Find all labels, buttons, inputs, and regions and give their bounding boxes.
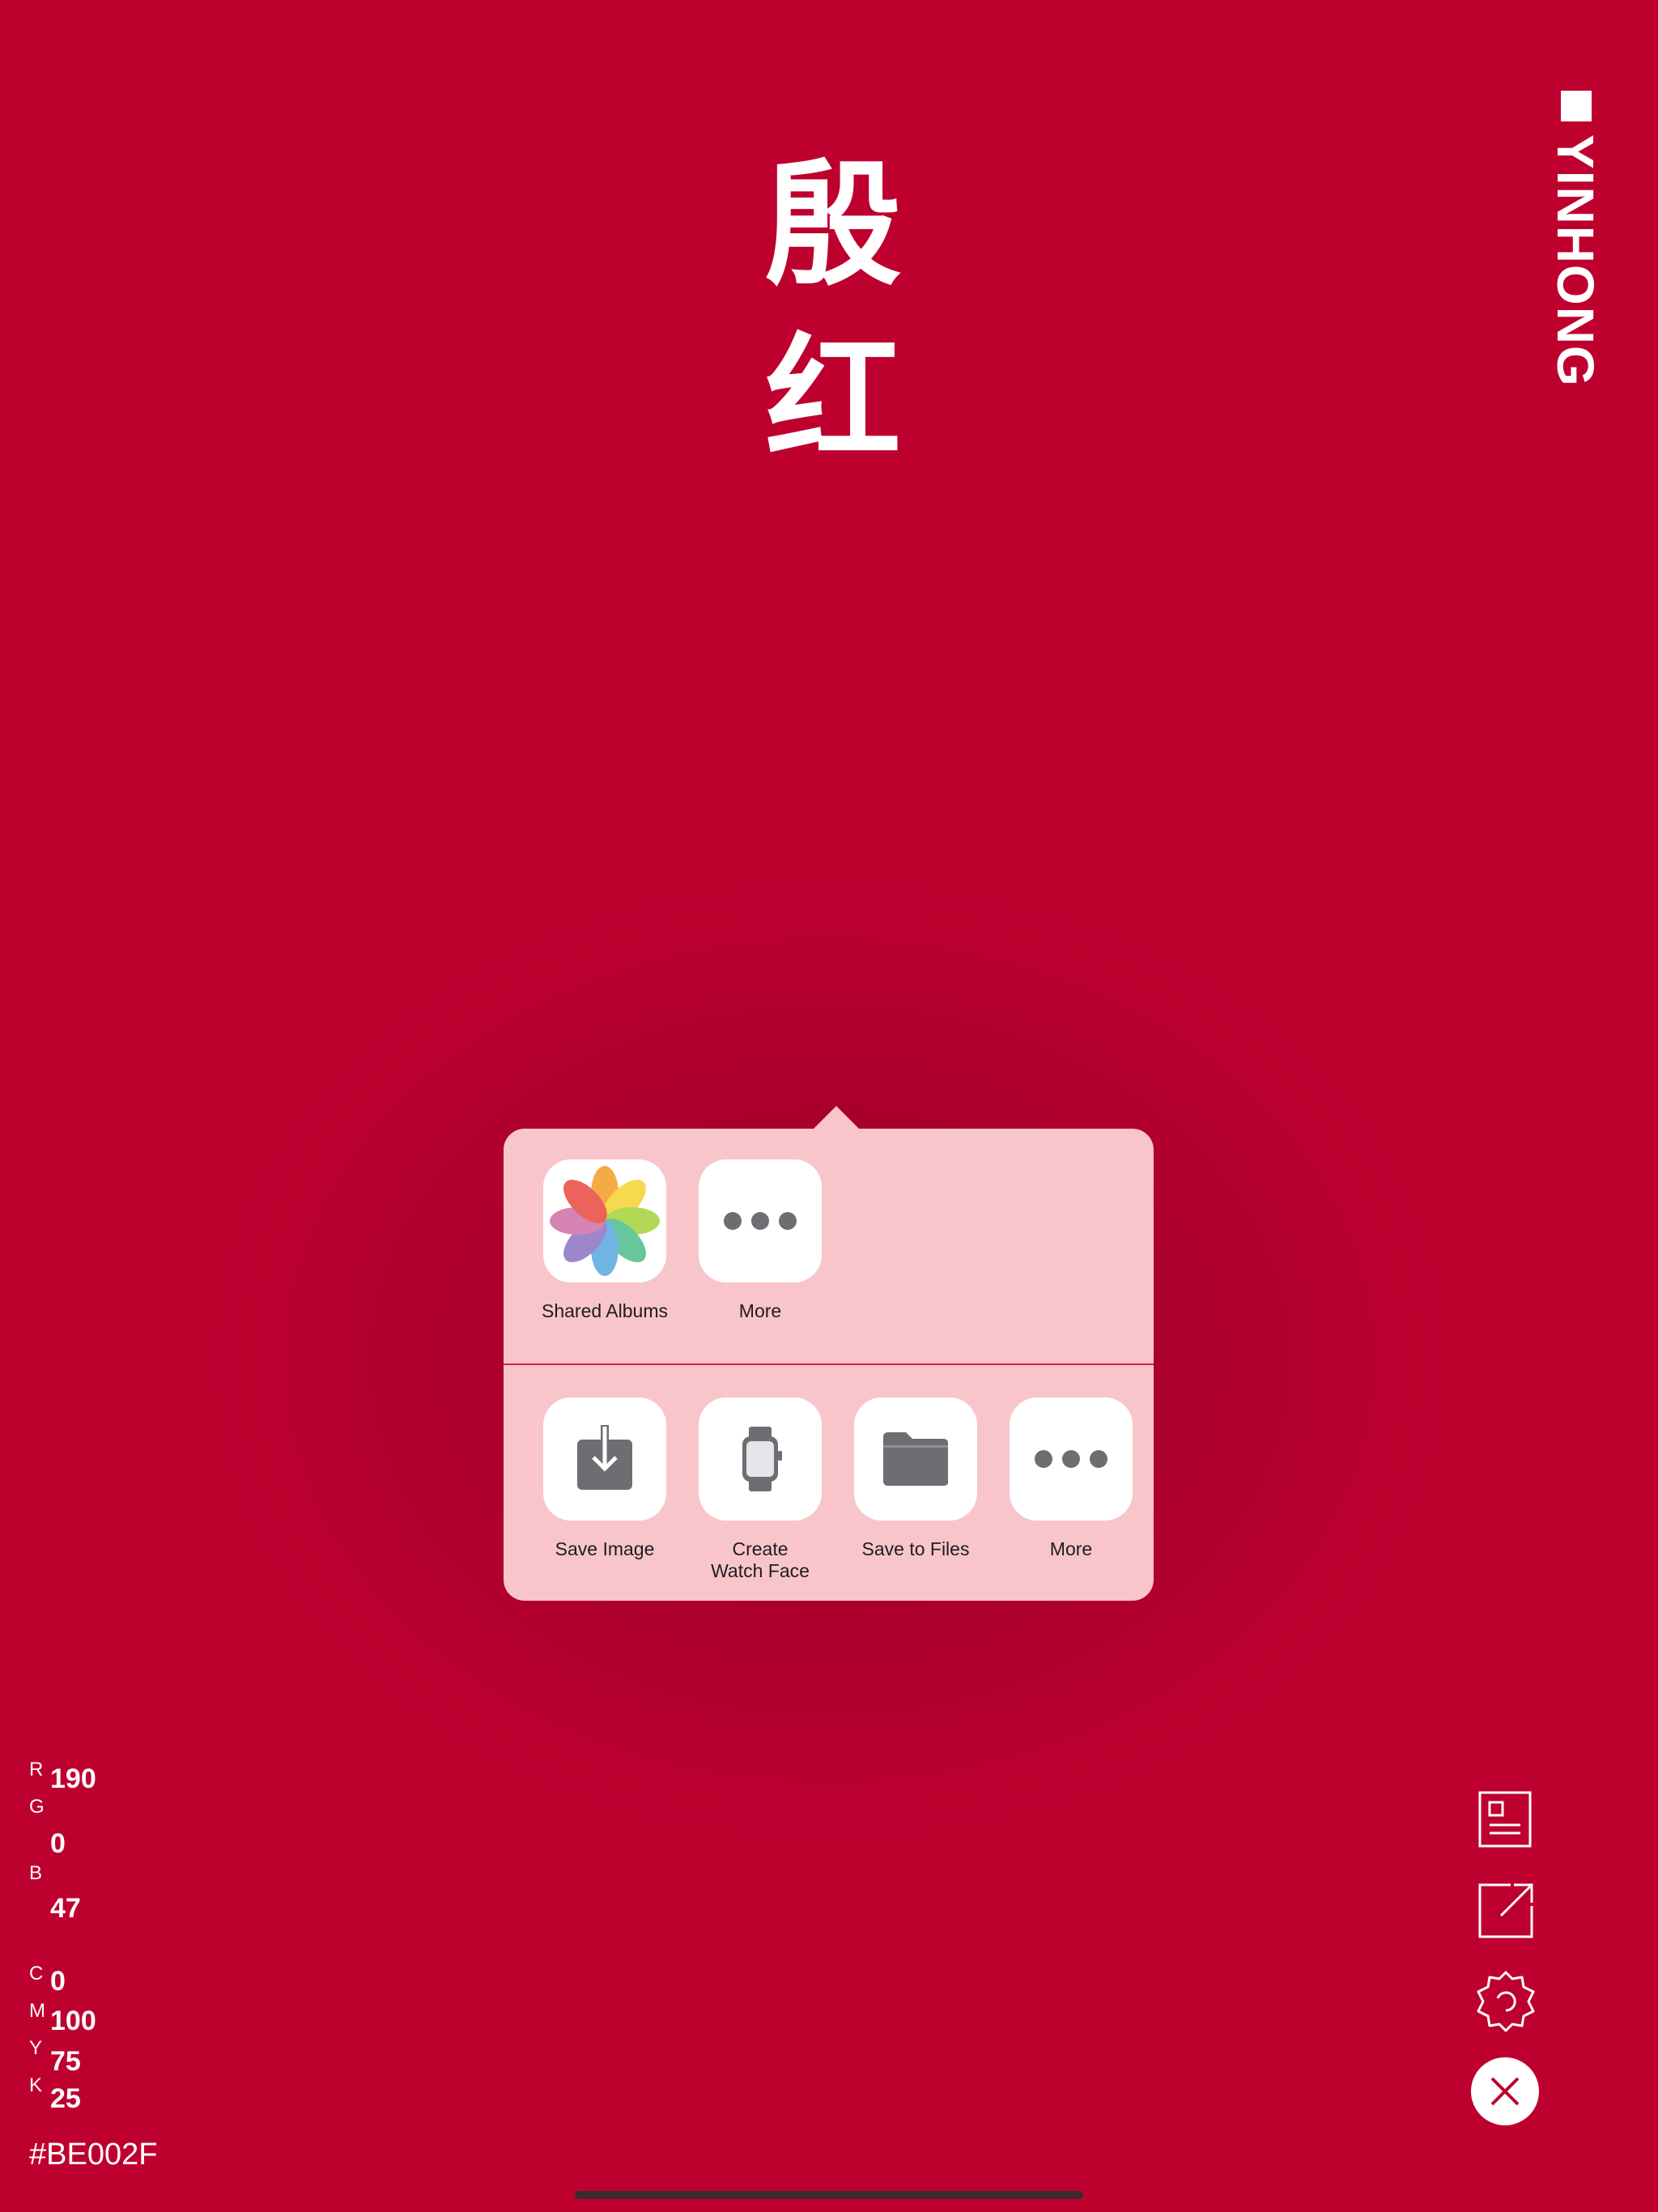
label-g: G bbox=[29, 1796, 45, 1818]
save-image-icon bbox=[543, 1397, 666, 1521]
share-label: More bbox=[738, 1300, 782, 1321]
close-button[interactable] bbox=[1471, 2057, 1539, 2125]
watch-icon bbox=[699, 1397, 822, 1521]
label-b: B bbox=[29, 1862, 43, 1884]
title-char-2: 红 bbox=[765, 318, 901, 479]
more-dots-icon bbox=[699, 1159, 822, 1283]
label-m: M bbox=[29, 2000, 45, 2022]
card-button[interactable] bbox=[1473, 1788, 1538, 1853]
value-b: 47 bbox=[50, 1893, 81, 1924]
share-save-to-files[interactable]: Save to Files bbox=[839, 1397, 993, 1560]
pinyin-text: YINHONG bbox=[1546, 134, 1605, 388]
folder-icon bbox=[854, 1397, 977, 1521]
share-icon bbox=[1478, 1883, 1533, 1938]
square-marker-icon bbox=[1561, 91, 1592, 121]
share-more-apps[interactable]: More bbox=[683, 1159, 837, 1322]
share-label: More bbox=[1049, 1538, 1093, 1559]
share-create-watch-face[interactable]: Create Watch Face bbox=[683, 1397, 837, 1582]
color-name-chinese: 殷 红 bbox=[764, 138, 902, 486]
value-k: 25 bbox=[50, 2083, 81, 2114]
share-popover: Shared Albums More Save Image Create Wat… bbox=[504, 1129, 1154, 1601]
share-more-actions[interactable]: More bbox=[994, 1397, 1148, 1560]
value-y: 75 bbox=[50, 2046, 81, 2077]
value-r: 190 bbox=[50, 1763, 96, 1794]
card-icon bbox=[1478, 1791, 1532, 1848]
share-label: Shared Albums bbox=[542, 1300, 668, 1321]
share-save-image[interactable]: Save Image bbox=[528, 1397, 682, 1560]
home-indicator[interactable] bbox=[575, 2191, 1083, 2199]
label-k: K bbox=[29, 2074, 43, 2096]
color-name-pinyin: YINHONG bbox=[1546, 87, 1605, 403]
settings-icon bbox=[1477, 1971, 1535, 2032]
hex-value: #BE002F bbox=[29, 2138, 158, 2172]
popover-arrow bbox=[812, 1106, 861, 1130]
title-char-1: 殷 bbox=[765, 144, 901, 304]
share-label: Save Image bbox=[555, 1538, 655, 1559]
share-shared-albums[interactable]: Shared Albums bbox=[528, 1159, 682, 1322]
label-r: R bbox=[29, 1759, 44, 1780]
label-c: C bbox=[29, 1963, 44, 1984]
value-c: 0 bbox=[50, 1966, 66, 1997]
value-m: 100 bbox=[50, 2006, 96, 2036]
share-label: Create Watch Face bbox=[711, 1538, 810, 1581]
popover-divider bbox=[504, 1363, 1154, 1365]
share-label: Save to Files bbox=[861, 1538, 970, 1559]
photos-icon bbox=[543, 1159, 666, 1283]
more-dots-icon bbox=[1010, 1397, 1133, 1521]
share-button[interactable] bbox=[1473, 1878, 1538, 1943]
close-icon bbox=[1490, 2077, 1520, 2106]
label-y: Y bbox=[29, 2037, 43, 2059]
value-g: 0 bbox=[50, 1828, 66, 1859]
settings-button[interactable] bbox=[1473, 1969, 1538, 2034]
